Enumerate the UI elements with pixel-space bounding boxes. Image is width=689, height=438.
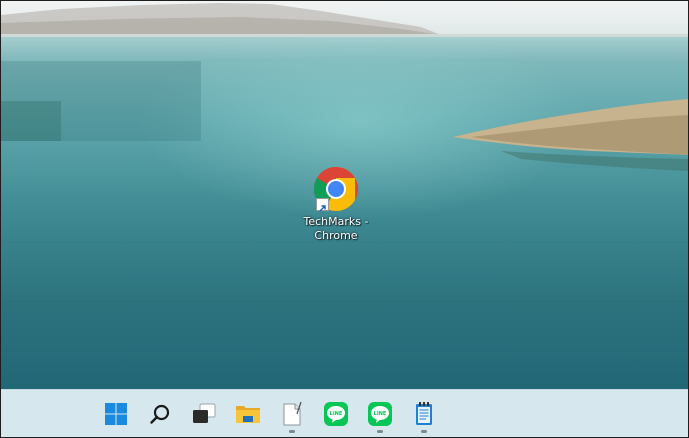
notepad-icon (416, 402, 432, 425)
search-icon (150, 404, 170, 424)
task-view-button[interactable] (186, 396, 222, 432)
taskbar: LINE LINE (1, 389, 688, 437)
chrome-icon (312, 165, 360, 213)
file-explorer-button[interactable] (230, 396, 266, 432)
search-button[interactable] (142, 396, 178, 432)
notepad-button[interactable] (406, 396, 442, 433)
line-app-button-2[interactable]: LINE (362, 396, 398, 433)
windows-logo-icon (105, 403, 127, 425)
running-indicator (289, 430, 295, 433)
running-indicator (377, 430, 383, 433)
line-app-button[interactable]: LINE (318, 396, 354, 432)
folder-icon (236, 406, 260, 423)
shortcut-label-line2: Chrome (314, 229, 358, 242)
desktop-shortcut-techmarks-chrome[interactable]: TechMarks - Chrome (297, 165, 375, 243)
running-indicator (421, 430, 427, 433)
task-view-icon (193, 403, 216, 423)
shortcut-arrow-icon (316, 198, 329, 212)
document-pen-icon (283, 401, 302, 426)
line-icon: LINE (324, 402, 348, 426)
document-app-button[interactable] (274, 396, 310, 433)
shortcut-label-line1: TechMarks - (303, 215, 369, 228)
line-logo-text: LINE (330, 411, 343, 417)
line-icon: LINE (368, 402, 392, 426)
start-button[interactable] (98, 396, 134, 432)
desktop-screen: TechMarks - Chrome LINE LINE (0, 0, 689, 438)
line-logo-text: LINE (374, 411, 387, 417)
